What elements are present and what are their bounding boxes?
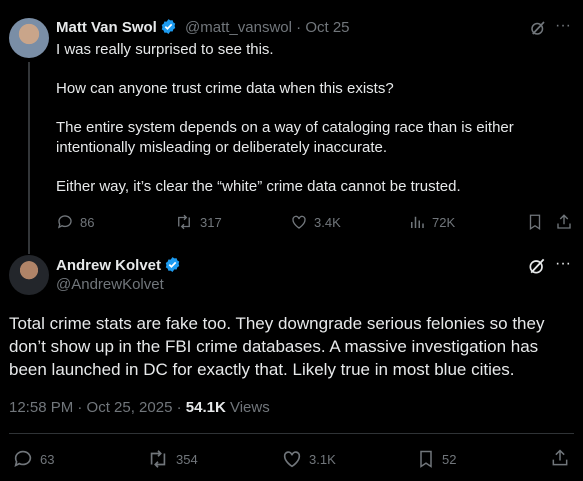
reply-count: 86 xyxy=(80,214,95,230)
separator: · xyxy=(296,19,302,36)
avatar[interactable] xyxy=(9,18,49,58)
tweet1-line: Either way, it’s clear the “white” crime… xyxy=(56,178,461,195)
tweet1-line: How can anyone trust crime data when thi… xyxy=(56,80,394,97)
tweet-date[interactable]: Oct 25 xyxy=(305,19,349,36)
tweet2-body: Total crime stats are fake too. They dow… xyxy=(9,314,545,379)
tweet1-header: Matt Van Swol @matt_vanswol · Oct 25 xyxy=(56,18,350,39)
tweet2-header: Andrew Kolvet xyxy=(56,256,181,277)
repost-icon xyxy=(178,214,190,230)
bookmark-icon[interactable] xyxy=(526,213,544,236)
reply-icon xyxy=(57,215,72,229)
heart-icon xyxy=(283,451,301,468)
thread-line xyxy=(28,62,30,254)
repost-button[interactable]: 354 xyxy=(146,448,198,470)
avatar[interactable] xyxy=(9,255,49,295)
repost-count: 317 xyxy=(200,214,222,230)
repost-icon xyxy=(150,450,166,468)
more-icon[interactable]: ··· xyxy=(555,17,571,35)
bookmark-count: 52 xyxy=(442,451,457,467)
repost-button[interactable]: 317 xyxy=(174,213,222,231)
share-icon[interactable] xyxy=(550,448,570,473)
views-icon xyxy=(411,216,424,228)
like-button[interactable]: 3.1K xyxy=(281,448,336,470)
reply-icon xyxy=(14,450,32,467)
views-label: Views xyxy=(229,399,270,416)
reply-button[interactable]: 63 xyxy=(12,448,54,470)
divider xyxy=(9,433,574,434)
share-icon[interactable] xyxy=(555,213,573,236)
tweet-meta: 12:58 PM · Oct 25, 2025 · 54.1K Views xyxy=(9,399,270,416)
reply-button[interactable]: 86 xyxy=(56,213,94,231)
tweet-timestamp[interactable]: 12:58 PM · Oct 25, 2025 · xyxy=(9,399,182,416)
more-icon[interactable]: ··· xyxy=(555,255,571,273)
like-count: 3.1K xyxy=(309,451,336,467)
bookmark-button[interactable]: 52 xyxy=(416,448,456,470)
author-name[interactable]: Matt Van Swol xyxy=(56,19,157,36)
tweet1-line: The entire system depends on a way of ca… xyxy=(56,119,514,156)
like-button[interactable]: 3.4K xyxy=(290,213,341,231)
heart-icon xyxy=(292,215,306,229)
like-count: 3.4K xyxy=(314,214,341,230)
views-count: 54.1K xyxy=(185,399,226,416)
author-handle[interactable]: @AndrewKolvet xyxy=(56,276,164,293)
author-name[interactable]: Andrew Kolvet xyxy=(56,257,161,274)
verified-badge-icon xyxy=(160,18,177,39)
tweet1-line: I was really surprised to see this. xyxy=(56,41,274,58)
verified-badge-icon xyxy=(164,256,181,277)
views-button[interactable]: 72K xyxy=(408,213,455,231)
repost-count: 354 xyxy=(176,451,198,467)
reply-count: 63 xyxy=(40,451,55,467)
bookmark-icon xyxy=(420,450,432,468)
grok-icon[interactable] xyxy=(529,19,547,42)
grok-icon[interactable] xyxy=(527,256,547,281)
tweet1-body: I was really surprised to see this. How … xyxy=(56,40,556,197)
author-handle[interactable]: @matt_vanswol xyxy=(185,19,292,36)
views-count: 72K xyxy=(432,214,456,230)
